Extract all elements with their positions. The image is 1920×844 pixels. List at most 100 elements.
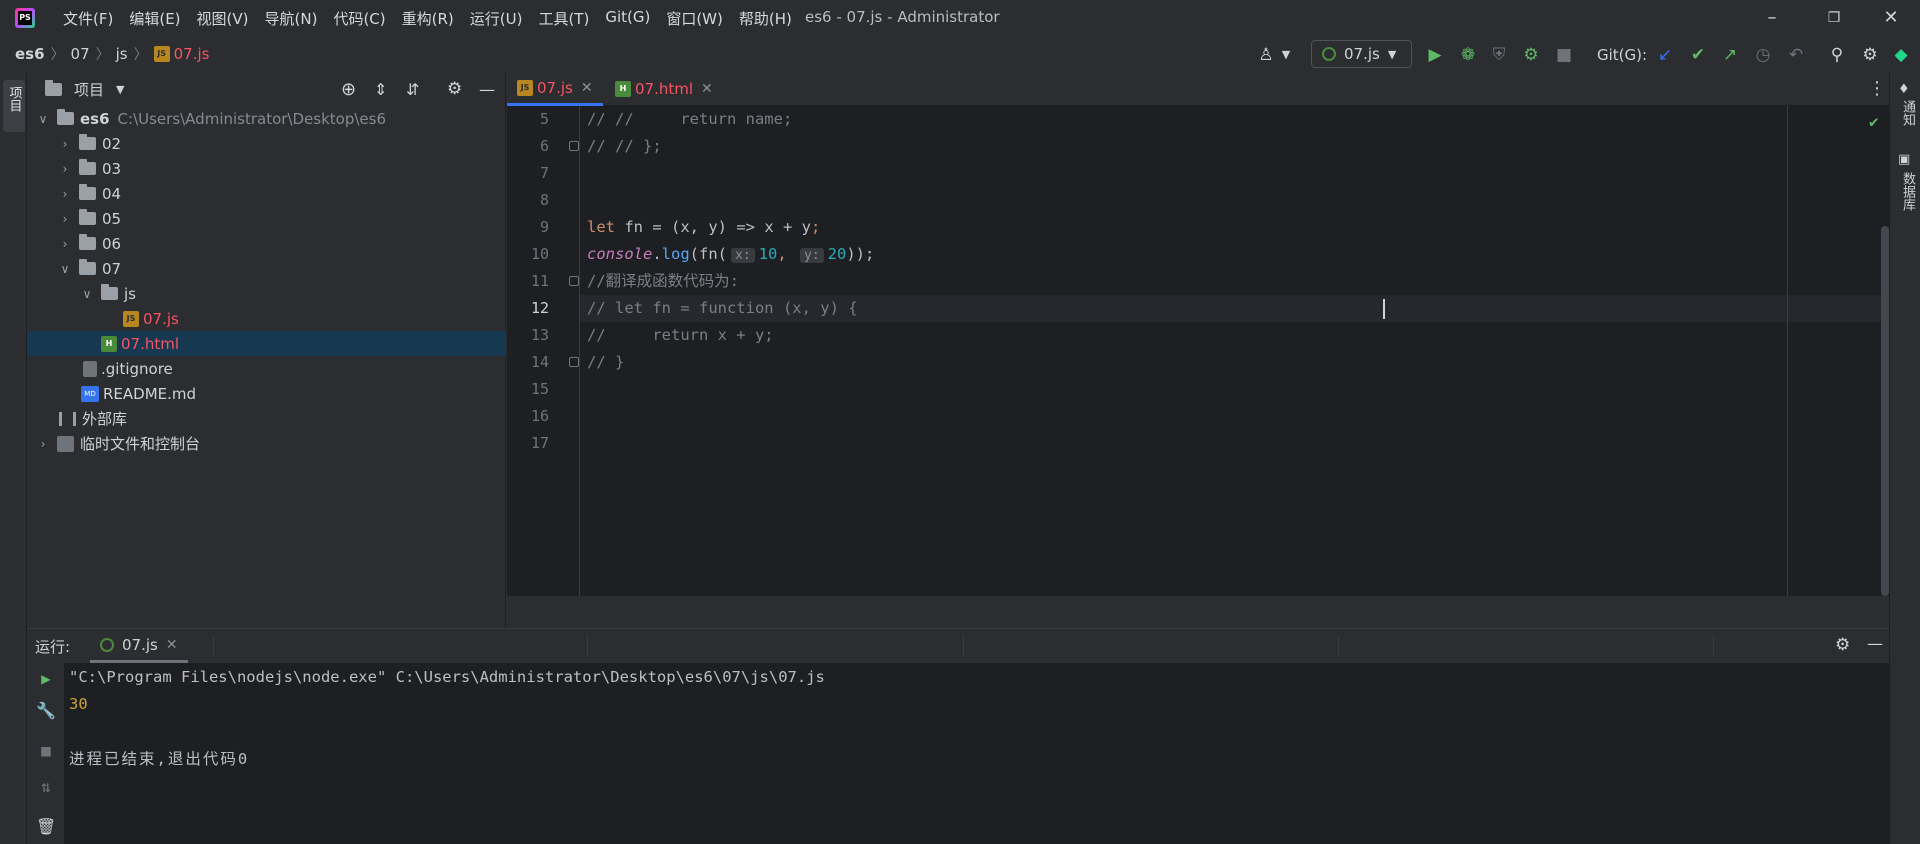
tree-item-readme[interactable]: MD README.md bbox=[27, 381, 506, 406]
tree-item-07[interactable]: ∨ 07 bbox=[27, 256, 506, 281]
chevron-down-icon[interactable]: ▼ bbox=[1275, 44, 1297, 66]
breadcrumb-js[interactable]: js bbox=[116, 45, 128, 63]
tree-item-06[interactable]: › 06 bbox=[27, 231, 506, 256]
git-update-icon[interactable]: ↙ bbox=[1654, 44, 1676, 66]
run-tab-07-js[interactable]: 07.js ✕ bbox=[90, 629, 188, 663]
tree-item-js[interactable]: ∨ js bbox=[27, 281, 506, 306]
rerun-icon[interactable]: ▶ bbox=[36, 669, 56, 689]
run-actions-strip: ▶ 🔧 ■ ⇅ 🗑 bbox=[27, 663, 65, 844]
fold-marker-icon[interactable] bbox=[569, 357, 579, 367]
menu-navigate[interactable]: 导航(N) bbox=[257, 8, 326, 29]
console-command-line: "C:\Program Files\nodejs\node.exe" C:\Us… bbox=[69, 668, 825, 686]
expand-all-icon[interactable]: ⇕ bbox=[374, 80, 387, 99]
line-number: 17 bbox=[530, 434, 549, 452]
notifications-tool-button[interactable]: 通知 bbox=[1898, 100, 1917, 126]
editor-tab-bar: JS 07.js ✕ H 07.html ✕ ⋮ bbox=[507, 72, 1889, 106]
stop-icon[interactable]: ■ bbox=[1553, 44, 1575, 66]
code-editor[interactable]: 5 6 7 8 9 10 11 12 13 14 15 16 17 // // … bbox=[507, 106, 1900, 596]
code-line-5: // // return name; bbox=[587, 110, 793, 128]
coverage-icon[interactable]: ⛨ bbox=[1488, 44, 1510, 66]
menu-view[interactable]: 视图(V) bbox=[189, 8, 257, 29]
tree-item-05[interactable]: › 05 bbox=[27, 206, 506, 231]
menu-refactor[interactable]: 重构(R) bbox=[394, 8, 462, 29]
chevron-down-icon: ∨ bbox=[38, 111, 48, 126]
no-problems-check-icon[interactable]: ✔ bbox=[1869, 112, 1879, 131]
tree-item-root[interactable]: ∨ es6 C:\Users\Administrator\Desktop\es6 bbox=[27, 106, 506, 131]
run-configuration-selector[interactable]: 07.js ▼ bbox=[1311, 40, 1412, 68]
git-history-icon[interactable]: ◷ bbox=[1752, 44, 1774, 66]
menu-edit[interactable]: 编辑(E) bbox=[121, 8, 188, 29]
tree-item-scratches[interactable]: › 临时文件和控制台 bbox=[27, 431, 506, 456]
chevron-down-icon[interactable]: ▼ bbox=[116, 83, 124, 96]
tree-item-07-js[interactable]: JS 07.js bbox=[27, 306, 506, 331]
gear-icon[interactable]: ⚙ bbox=[447, 79, 462, 99]
close-icon[interactable]: ✕ bbox=[166, 637, 178, 653]
git-commit-icon[interactable]: ✔ bbox=[1687, 44, 1709, 66]
tab-07-html[interactable]: H 07.html ✕ bbox=[605, 72, 723, 106]
menu-tools[interactable]: 工具(T) bbox=[530, 8, 597, 29]
line-number: 5 bbox=[539, 110, 549, 128]
search-icon[interactable]: ⚲ bbox=[1826, 44, 1848, 66]
menu-git[interactable]: Git(G) bbox=[597, 8, 658, 29]
folder-icon bbox=[79, 159, 96, 175]
tree-item-external-libraries[interactable]: 外部库 bbox=[27, 406, 506, 431]
breadcrumb-es6[interactable]: es6 bbox=[15, 45, 45, 63]
expression-token: = (x, y) => x + y bbox=[643, 218, 811, 236]
folder-icon bbox=[101, 284, 118, 300]
close-window-button[interactable]: ✕ bbox=[1879, 6, 1903, 30]
database-icon[interactable]: ▣ bbox=[1898, 152, 1910, 167]
tree-item-gitignore[interactable]: .gitignore bbox=[27, 356, 506, 381]
restore-button[interactable]: ❐ bbox=[1822, 6, 1846, 30]
hide-panel-icon[interactable]: — bbox=[479, 80, 495, 99]
close-icon[interactable]: ✕ bbox=[581, 80, 593, 96]
git-rollback-icon[interactable]: ↶ bbox=[1785, 44, 1807, 66]
wrench-icon[interactable]: 🔧 bbox=[36, 701, 56, 721]
git-push-icon[interactable]: ↗ bbox=[1719, 44, 1741, 66]
menu-window[interactable]: 窗口(W) bbox=[658, 8, 731, 29]
collapse-all-icon[interactable]: ⇵ bbox=[406, 80, 419, 99]
locate-file-icon[interactable]: ⊕ bbox=[341, 79, 356, 100]
settings-gear-icon[interactable]: ⚙ bbox=[1859, 44, 1881, 66]
tree-item-02[interactable]: › 02 bbox=[27, 131, 506, 156]
debug-icon[interactable]: ❁ bbox=[1457, 44, 1479, 66]
fold-marker-icon[interactable] bbox=[569, 276, 579, 286]
user-icon[interactable]: ♙ bbox=[1255, 44, 1277, 66]
tree-label: 03 bbox=[102, 159, 122, 178]
profile-icon[interactable]: ⚙ bbox=[1520, 44, 1542, 66]
console-output-line: 30 bbox=[69, 695, 88, 713]
tree-item-03[interactable]: › 03 bbox=[27, 156, 506, 181]
divider bbox=[213, 635, 214, 657]
tab-07-js[interactable]: JS 07.js ✕ bbox=[507, 72, 603, 106]
minimize-button[interactable]: – bbox=[1760, 6, 1784, 30]
breadcrumb-07[interactable]: 07 bbox=[71, 45, 90, 63]
breadcrumb-file[interactable]: 07.js bbox=[174, 45, 210, 63]
project-panel-header: 项目 ▼ ⊕ ⇕ ⇵ ⚙ — bbox=[27, 72, 505, 106]
menu-run[interactable]: 运行(U) bbox=[462, 8, 531, 29]
keyword-token: let bbox=[587, 218, 615, 236]
jetbrains-toolbox-icon[interactable]: ◆ bbox=[1890, 44, 1912, 66]
line-number-current: 12 bbox=[530, 299, 549, 317]
project-panel-title[interactable]: 项目 bbox=[74, 79, 104, 100]
gear-icon[interactable]: ⚙ bbox=[1835, 635, 1850, 655]
menu-code[interactable]: 代码(C) bbox=[325, 8, 393, 29]
trash-icon[interactable]: 🗑 bbox=[36, 817, 56, 837]
sort-icon[interactable]: ⇅ bbox=[36, 777, 56, 797]
run-icon[interactable]: ▶ bbox=[1424, 44, 1446, 66]
tree-item-04[interactable]: › 04 bbox=[27, 181, 506, 206]
window-title: es6 - 07.js - Administrator bbox=[805, 8, 1000, 26]
tree-item-07-html[interactable]: H 07.html bbox=[27, 331, 506, 356]
run-tab-label: 07.js bbox=[122, 635, 158, 654]
folder-icon bbox=[79, 234, 96, 250]
fold-marker-icon[interactable] bbox=[569, 141, 579, 151]
menu-file[interactable]: 文件(F) bbox=[55, 8, 121, 29]
menu-help[interactable]: 帮助(H) bbox=[731, 8, 800, 29]
main-menu: 文件(F) 编辑(E) 视图(V) 导航(N) 代码(C) 重构(R) 运行(U… bbox=[55, 8, 800, 29]
database-tool-button[interactable]: 数据库 bbox=[1898, 172, 1917, 211]
hide-panel-icon[interactable]: — bbox=[1867, 634, 1883, 653]
more-tabs-icon[interactable]: ⋮ bbox=[1868, 78, 1886, 99]
bell-icon[interactable]: ♦ bbox=[1898, 82, 1910, 97]
stop-icon[interactable]: ■ bbox=[36, 741, 56, 761]
project-tool-button[interactable]: 项目 bbox=[3, 80, 25, 132]
editor-scrollbar[interactable] bbox=[1881, 226, 1889, 596]
close-icon[interactable]: ✕ bbox=[701, 81, 713, 97]
